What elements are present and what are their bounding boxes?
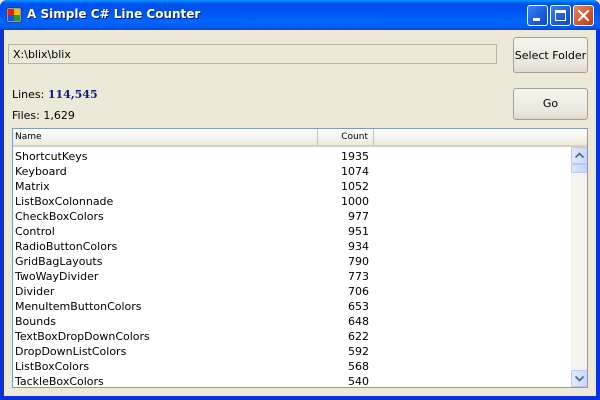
row-name: TwoWayDivider [15,270,99,283]
row-name: RadioButtonColors [15,240,118,253]
row-count: 934 [348,240,369,253]
minimize-button[interactable] [527,5,548,26]
table-row[interactable]: GridBagLayouts 790 [13,254,571,269]
table-row[interactable]: CheckBoxColors 977 [13,209,571,224]
column-header-name[interactable]: Name [13,129,318,145]
files-label: Files: [12,109,40,122]
table-row[interactable]: Bounds 648 [13,314,571,329]
row-count: 951 [348,225,369,238]
row-count: 1052 [341,180,369,193]
row-count: 592 [348,345,369,358]
column-header-count[interactable]: Count [318,129,374,145]
folder-path-field[interactable]: X:\blix\blix [8,44,497,64]
select-folder-button[interactable]: Select Folder [513,37,588,73]
scroll-thumb[interactable] [571,164,587,173]
table-row[interactable]: ListBoxColonnade 1000 [13,194,571,209]
row-count: 653 [348,300,369,313]
row-count: 622 [348,330,369,343]
row-count: 1074 [341,165,369,178]
row-name: Keyboard [15,165,67,178]
table-row[interactable]: RadioButtonColors 934 [13,239,571,254]
files-value: 1,629 [43,109,75,122]
table-row[interactable]: Control 951 [13,224,571,239]
close-button[interactable] [573,5,594,26]
lines-stat: Lines: 114,545 [12,88,98,101]
row-name: TextBoxDropDownColors [15,330,150,343]
row-count: 790 [348,255,369,268]
arrow-up-icon [575,152,584,159]
close-icon [577,9,590,22]
table-row[interactable]: TextBoxDropDownColors 622 [13,329,571,344]
row-name: ListBoxColonnade [15,195,114,208]
row-count: 568 [348,360,369,373]
row-count: 540 [348,375,369,388]
row-count: 1000 [341,195,369,208]
table-row[interactable]: Divider 706 [13,284,571,299]
vertical-scrollbar[interactable] [571,147,587,387]
row-name: Bounds [15,315,56,328]
lines-label: Lines: [12,88,45,101]
row-name: MenuItemButtonColors [15,300,142,313]
row-name: TackleBoxColors [15,375,104,388]
row-name: Matrix [15,180,50,193]
go-button[interactable]: Go [513,88,588,120]
row-name: ShortcutKeys [15,150,88,163]
maximize-icon [555,10,566,21]
table-row[interactable]: TackleBoxColors 540 [13,374,571,388]
row-count: 706 [348,285,369,298]
table-row[interactable]: ListBoxColors 568 [13,359,571,374]
list-header: Name Count [13,129,587,147]
maximize-button[interactable] [550,5,571,26]
table-row[interactable]: MenuItemButtonColors 653 [13,299,571,314]
window-title: A Simple C# Line Counter [27,7,201,21]
table-row[interactable]: Keyboard 1074 [13,164,571,179]
row-count: 1935 [341,150,369,163]
row-name: ListBoxColors [15,360,90,373]
list-rows: ShortcutKeys 1935 Keyboard 1074 Matrix 1052… [13,149,571,388]
scroll-down-button[interactable] [571,370,587,387]
table-row[interactable]: DropDownListColors 592 [13,344,571,359]
row-name: Control [15,225,55,238]
lines-value: 114,545 [47,88,98,101]
table-row[interactable]: ShortcutKeys 1935 [13,149,571,164]
app-icon[interactable] [6,7,22,23]
row-name: CheckBoxColors [15,210,104,223]
table-row[interactable]: Matrix 1052 [13,179,571,194]
row-name: GridBagLayouts [15,255,103,268]
row-count: 648 [348,315,369,328]
file-list-view[interactable]: Name Count ShortcutKeys 1935 Keyboard 1074… [12,128,588,388]
row-count: 773 [348,270,369,283]
row-name: DropDownListColors [15,345,127,358]
table-row[interactable]: TwoWayDivider 773 [13,269,571,284]
files-stat: Files: 1,629 [12,109,75,122]
title-bar[interactable]: A Simple C# Line Counter [0,0,600,30]
scroll-up-button[interactable] [571,147,587,164]
row-name: Divider [15,285,55,298]
row-count: 977 [348,210,369,223]
arrow-down-icon [575,375,584,382]
minimize-icon [533,18,540,21]
